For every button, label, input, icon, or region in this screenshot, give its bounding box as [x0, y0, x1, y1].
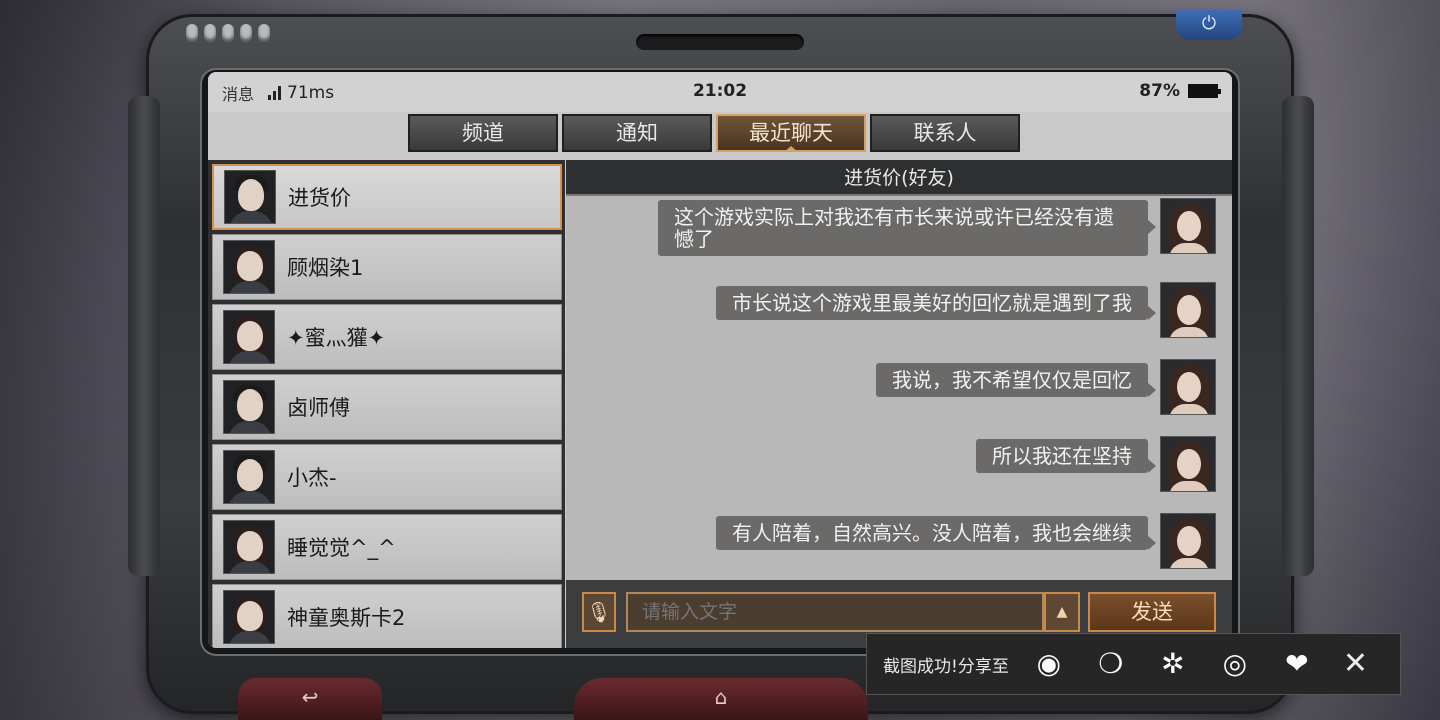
tab-channel[interactable]: 频道 — [408, 114, 558, 152]
top-slot — [636, 34, 804, 50]
left-side-rail — [128, 96, 160, 576]
weibo-icon[interactable]: ◉ — [1027, 642, 1071, 686]
chat-message: 市长说这个游戏里最美好的回忆就是遇到了我 — [716, 286, 1156, 320]
share-text: 截图成功!分享至 — [883, 656, 1009, 677]
avatar — [1160, 282, 1216, 338]
avatar — [1160, 436, 1216, 492]
qzone-icon[interactable]: ❤ — [1275, 642, 1319, 686]
avatar — [223, 310, 275, 364]
avatar — [223, 450, 275, 504]
voice-button[interactable]: 🎙 — [582, 592, 616, 632]
tab-recent-chats[interactable]: 最近聊天 — [716, 114, 866, 152]
chevron-up-icon: ▲ — [1056, 604, 1068, 620]
avatar — [1160, 198, 1216, 254]
moments-icon[interactable]: ✲ — [1151, 642, 1195, 686]
close-icon[interactable]: ✕ — [1343, 642, 1368, 686]
right-side-rail — [1282, 96, 1314, 576]
back-button[interactable]: ↩ — [238, 678, 382, 720]
avatar — [1160, 359, 1216, 415]
send-button[interactable]: 发送 — [1088, 592, 1216, 632]
contact-name: 卤师傅 — [287, 396, 350, 420]
tab-notice[interactable]: 通知 — [562, 114, 712, 152]
battery-percent: 87% — [1139, 81, 1180, 101]
contact-name: 进货价 — [288, 186, 351, 210]
contact-name: 神童奥斯卡2 — [287, 606, 406, 630]
avatar — [223, 380, 275, 434]
microphone-icon: 🎙 — [586, 600, 612, 624]
share-toast: 截图成功!分享至 ◉ ❍ ✲ ◎ ❤ ✕ — [866, 633, 1401, 695]
chat-message: 我说，我不希望仅仅是回忆 — [876, 363, 1156, 397]
home-button[interactable]: ⌂ — [574, 678, 868, 720]
avatar — [223, 240, 275, 294]
wechat-icon[interactable]: ❍ — [1089, 642, 1133, 686]
chat-message: 有人陪着，自然高兴。没人陪着，我也会继续 — [716, 516, 1156, 550]
qq-icon[interactable]: ◎ — [1213, 642, 1257, 686]
avatar — [224, 170, 276, 224]
contact-name: ✦蜜灬獾✦ — [287, 326, 386, 350]
contact-item[interactable]: 进货价 — [212, 164, 562, 230]
expand-button[interactable]: ▲ — [1044, 592, 1080, 632]
phone-screen: 消息 71ms 21:02 87% 频道 通知 最近聊天 联系人 进货价 顾烟染… — [208, 72, 1232, 648]
contact-name: 小杰- — [287, 466, 337, 490]
home-icon: ⌂ — [714, 685, 728, 709]
frame-vent-dots — [186, 24, 270, 42]
tab-bar: 频道 通知 最近聊天 联系人 — [408, 114, 1020, 152]
message-input[interactable] — [626, 592, 1044, 632]
status-bar: 消息 71ms 21:02 87% — [208, 72, 1232, 112]
chat-panel: 进货价(好友) 这个游戏实际上对我还有市长来说或许已经没有遗憾了 市长说这个游戏… — [566, 160, 1232, 648]
contact-item[interactable]: 神童奥斯卡2 — [212, 584, 562, 648]
contact-item[interactable]: 卤师傅 — [212, 374, 562, 440]
clock: 21:02 — [692, 81, 748, 101]
contact-name: 顾烟染1 — [287, 256, 364, 280]
contact-list[interactable]: 进货价 顾烟染1 ✦蜜灬獾✦ 卤师傅 小杰- 睡觉觉^_^ 神童奥斯卡2 — [208, 160, 565, 648]
battery-icon — [1188, 84, 1221, 98]
power-button[interactable]: ⏻ — [1176, 10, 1242, 40]
back-arrow-icon: ↩ — [301, 685, 319, 709]
contact-item[interactable]: 睡觉觉^_^ — [212, 514, 562, 580]
avatar — [223, 590, 275, 644]
tab-contacts[interactable]: 联系人 — [870, 114, 1020, 152]
avatar — [223, 520, 275, 574]
power-icon: ⏻ — [1201, 13, 1217, 34]
chat-title: 进货价(好友) — [566, 160, 1232, 196]
avatar — [1160, 513, 1216, 569]
contact-name: 睡觉觉^_^ — [287, 536, 396, 560]
contact-item[interactable]: ✦蜜灬獾✦ — [212, 304, 562, 370]
contact-item[interactable]: 小杰- — [212, 444, 562, 510]
contact-item[interactable]: 顾烟染1 — [212, 234, 562, 300]
chat-message: 这个游戏实际上对我还有市长来说或许已经没有遗憾了 — [658, 200, 1156, 256]
chat-message: 所以我还在坚持 — [976, 439, 1156, 473]
